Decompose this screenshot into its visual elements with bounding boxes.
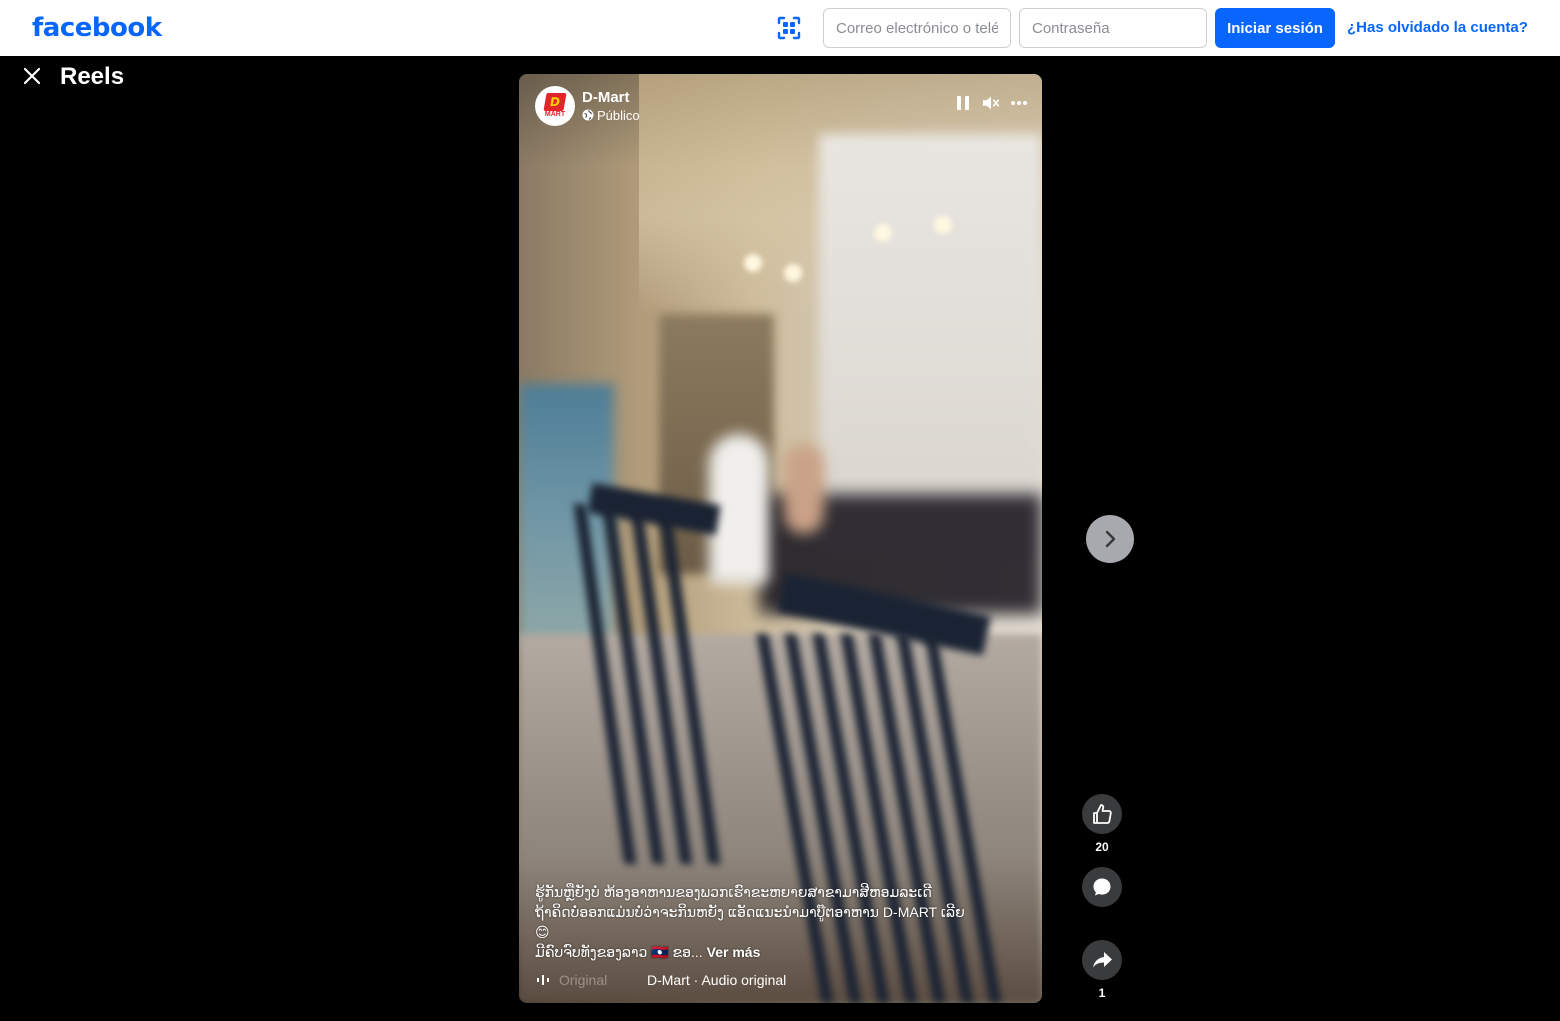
facebook-logo[interactable]: facebook [32,13,162,43]
audio-wave-icon [537,975,549,985]
video-frame-lamp [874,224,892,242]
thumbs-up-icon [1093,804,1112,824]
caption-line: ຖ້າຄິດບໍ່ອອກແມ່ນບໍ່ວ່າຈະກິນຫຍັງ ແອັດແນະນ… [535,904,965,920]
avatar-logo-letter: D [543,93,567,111]
audio-label: D-Mart · Audio original [647,972,787,988]
comment-button[interactable] [1082,867,1122,907]
page-info: D-Mart Público [582,89,640,124]
share-button[interactable] [1082,940,1122,980]
see-more-link[interactable]: Ver más [707,944,761,960]
qr-scan-icon[interactable] [777,16,801,40]
pause-button[interactable] [954,94,972,112]
like-button[interactable] [1082,794,1122,834]
close-icon [23,67,41,85]
close-reels-button[interactable] [18,62,46,90]
video-frame-lamp [744,254,762,272]
top-bar: facebook Iniciar sesión ¿Has olvidado la… [0,0,1560,56]
email-input[interactable] [823,8,1011,48]
globe-icon [582,109,594,121]
video-controls [954,94,1028,112]
mute-button[interactable] [982,94,1000,112]
video-frame-lamp [784,264,802,282]
audio-scroll-faded: Original [559,972,608,988]
caption-line: ຮູ້ກັນຫຼືຍັງບໍ່ ຫ້ອງອາຫານຂອງພວກເຮົາຂະຫຍາ… [535,884,932,900]
page-name[interactable]: D-Mart [582,89,640,107]
caption-line: 😊 [535,924,550,940]
more-dots-icon [1011,101,1027,105]
comment-icon [1093,878,1111,896]
caption-line: ມີຄົບຈົບທັງຂອງລາວ 🇱🇦 ຂອ... [535,944,703,960]
share-count: 1 [1098,986,1106,1000]
post-header: D MART D-Mart Público [535,86,640,126]
reel-video[interactable]: D MART D-Mart Público ຮູ້ກັນຫຼືຍັງບໍ່ ຫ້… [519,74,1042,1003]
like-count: 20 [1095,840,1109,854]
chevron-right-icon [1105,530,1116,548]
more-options-button[interactable] [1010,94,1028,112]
forgot-account-link[interactable]: ¿Has olvidado la cuenta? [1347,19,1528,36]
reels-title: Reels [60,63,125,90]
privacy-label: Público [582,107,640,124]
login-button[interactable]: Iniciar sesión [1215,8,1335,48]
share-icon [1093,952,1112,968]
next-reel-button[interactable] [1086,515,1134,563]
password-input[interactable] [1019,8,1207,48]
pause-icon [957,96,969,110]
video-frame-wall [819,134,1042,554]
avatar[interactable]: D MART [535,86,575,126]
avatar-logo-text: MART [544,111,566,118]
video-frame-lamp [934,216,952,234]
video-frame-person [784,444,824,534]
privacy-text: Público [597,107,640,123]
post-caption: ຮູ້ກັນຫຼືຍັງບໍ່ ຫ້ອງອາຫານຂອງພວກເຮົາຂະຫຍາ… [535,882,1015,962]
speaker-muted-icon [982,96,1000,110]
audio-info[interactable]: Original D-Mart · Audio original [537,972,786,988]
